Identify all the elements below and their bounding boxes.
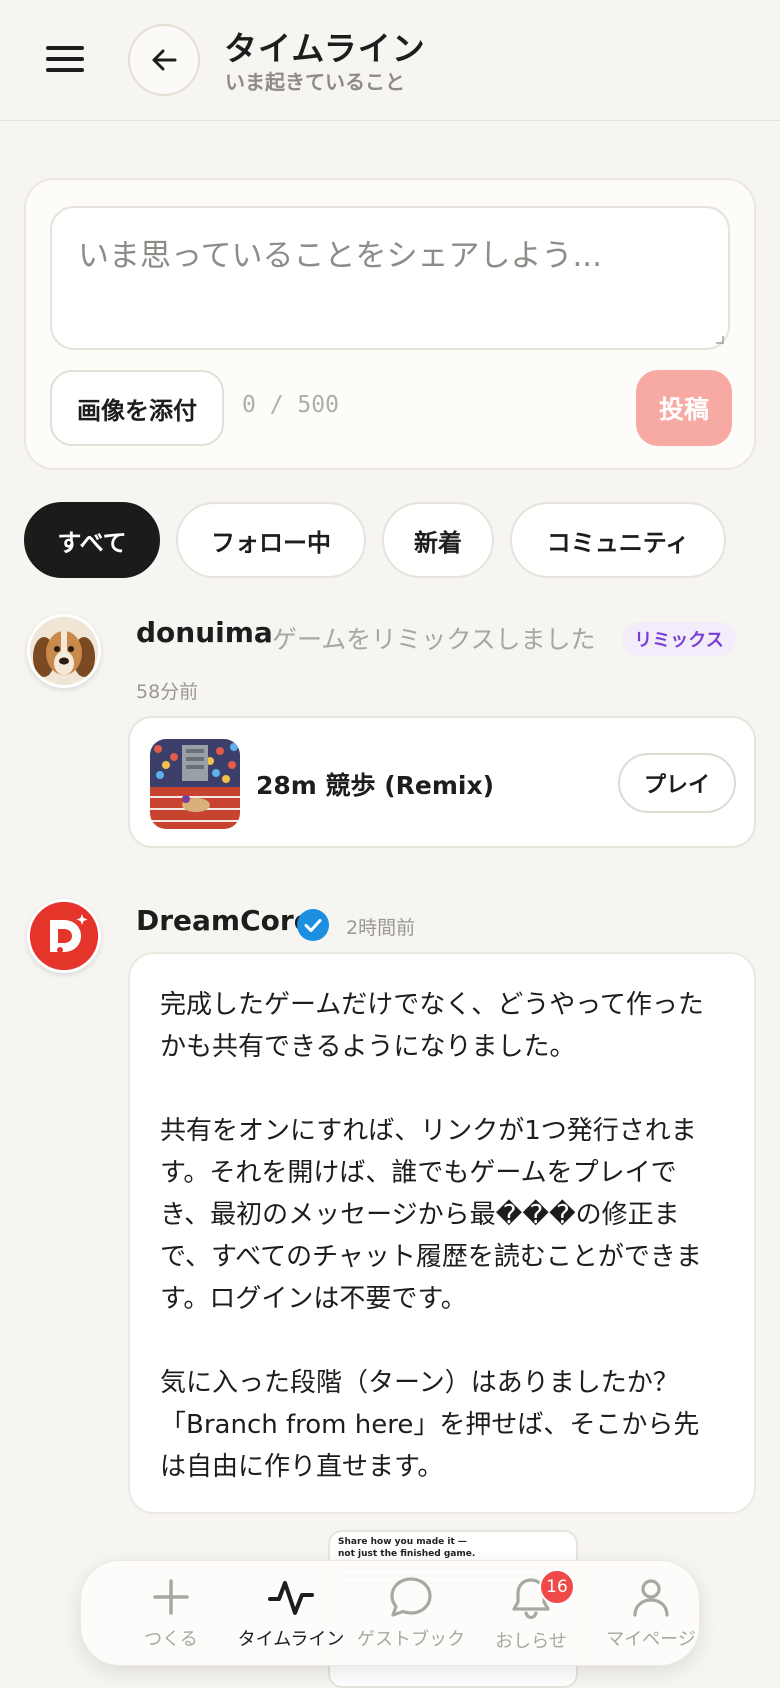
post-time: 2時間前 (346, 917, 416, 939)
tab-community[interactable]: コミュニティ (510, 502, 726, 578)
user-icon (633, 1579, 669, 1617)
nav-guestbook[interactable]: ゲストブック (351, 1575, 471, 1659)
dog-avatar-image (30, 617, 98, 685)
menu-icon[interactable] (46, 44, 84, 74)
nav-create-label: つくる (144, 1629, 198, 1650)
arrow-left-icon (152, 49, 177, 71)
nav-mypage-label: マイページ (606, 1629, 696, 1650)
verified-badge-icon (297, 909, 329, 941)
plus-icon (153, 1579, 189, 1615)
remix-badge: リミックス (622, 622, 736, 656)
avatar[interactable] (27, 614, 101, 688)
avatar[interactable] (27, 899, 101, 973)
resize-handle[interactable] (716, 336, 724, 344)
game-card[interactable]: 28m 競歩 (Remix) プレイ (128, 716, 756, 848)
tab-new[interactable]: 新着 (382, 502, 494, 578)
nav-timeline-label: タイムライン (237, 1629, 345, 1650)
nav-create[interactable]: つくる (111, 1575, 231, 1659)
nav-timeline[interactable]: タイムライン (231, 1575, 351, 1659)
chat-bubble-icon (390, 1577, 432, 1617)
post-textarea-placeholder: いま思っていることをシェアしよう... (78, 238, 603, 274)
tab-all[interactable]: すべて (24, 502, 160, 578)
preview-caption: Share how you made it — not just the fin… (338, 1537, 476, 1559)
post-action-text: ゲームをリミックスしました (272, 625, 596, 654)
post-username[interactable]: donuima (136, 616, 273, 649)
notification-count-badge: 16 (539, 1569, 575, 1605)
nav-notifications-label: おしらせ (495, 1631, 567, 1652)
tab-following[interactable]: フォロー中 (176, 502, 366, 578)
post-paragraph: 完成したゲームだけでなく、どうやって作ったかも共有できるようになりました。 (160, 990, 704, 1062)
nav-guestbook-label: ゲストブック (357, 1629, 465, 1650)
top-header: タイムライン いま起きていること (0, 0, 780, 121)
post-time: 58分前 (136, 681, 199, 703)
page-subtitle: いま起きていること (225, 70, 405, 94)
post-composer: いま思っていることをシェアしよう... 画像を添付 0 / 500 投稿 (24, 178, 756, 470)
char-counter: 0 / 500 (242, 392, 339, 418)
post-textarea[interactable]: いま思っていることをシェアしよう... (50, 206, 730, 350)
dreamcore-logo-icon (30, 902, 98, 970)
attach-image-button[interactable]: 画像を添付 (50, 370, 224, 446)
page-title: タイムライン (224, 29, 426, 68)
post-paragraph: 共有をオンにすれば、リンクが1つ発行されます。それを開けば、誰でもゲームをプレイ… (160, 1116, 702, 1314)
post-body-card: 完成したゲームだけでなく、どうやって作ったかも共有できるようになりました。 共有… (128, 952, 756, 1514)
nav-mypage[interactable]: マイページ (591, 1575, 711, 1659)
post-paragraph: 気に入った段階（ターン）はありましたか？「Branch from here」を押… (160, 1368, 700, 1482)
bottom-nav: つくる タイムライン ゲストブック 16 おしらせ マイページ (80, 1560, 700, 1666)
post-username[interactable]: DreamCore (136, 904, 313, 937)
game-title: 28m 競歩 (Remix) (256, 771, 495, 800)
nav-notifications[interactable]: 16 おしらせ (471, 1569, 591, 1659)
game-thumbnail (150, 739, 240, 829)
activity-icon (268, 1581, 314, 1615)
post-button[interactable]: 投稿 (636, 370, 732, 446)
back-button[interactable] (128, 24, 200, 96)
play-button[interactable]: プレイ (618, 753, 736, 813)
